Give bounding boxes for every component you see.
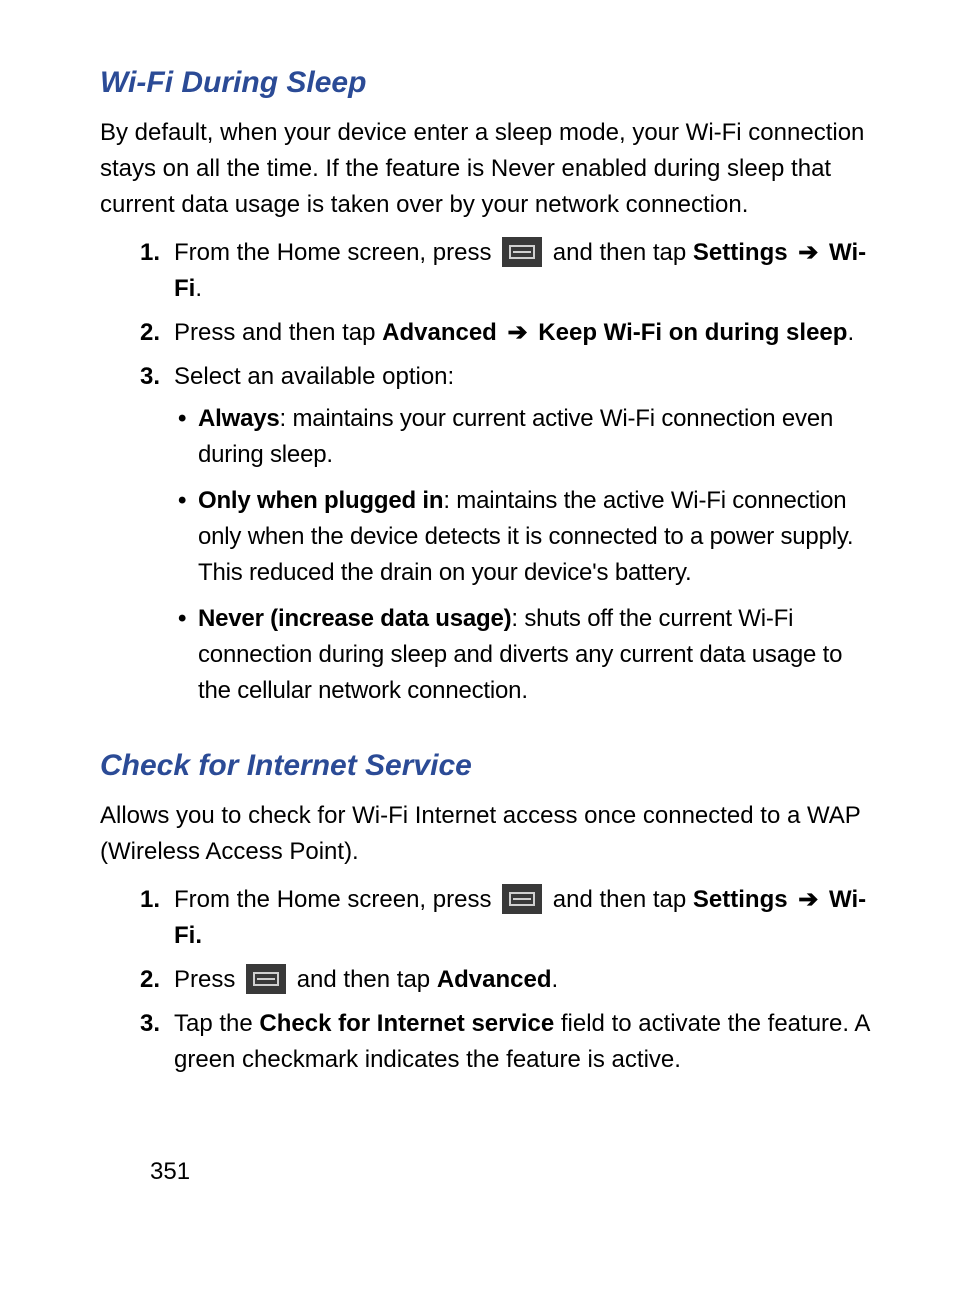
option-never: Never (increase data usage): shuts off t… [174,601,874,709]
step-number: 2. [100,315,174,351]
check-internet-label: Check for Internet service [259,1010,554,1037]
section1-intro: By default, when your device enter a sle… [100,115,874,223]
step-text: Press and then tap [174,319,382,346]
arrow-icon: ➔ [504,315,532,351]
step-text: Press [174,966,242,993]
advanced-label: Advanced [382,319,497,346]
option-label: Always [198,405,280,432]
step-number: 1. [100,882,174,918]
option-desc: : maintains your current active Wi-Fi co… [198,405,833,468]
menu-icon [502,884,542,914]
option-label: Never (increase data usage) [198,605,511,632]
step-number: 2. [100,962,174,998]
section-title-check-internet: Check for Internet Service [100,743,874,788]
step-text: From the Home screen, press [174,886,498,913]
keep-wifi-label: Keep Wi-Fi on during sleep [538,319,847,346]
step-text: Select an available option: [174,363,454,390]
settings-label: Settings [693,239,788,266]
menu-icon [246,964,286,994]
page-number: 351 [150,1154,190,1190]
step-body: Tap the Check for Internet service field… [174,1006,874,1078]
arrow-icon: ➔ [794,882,822,918]
section2-intro: Allows you to check for Wi-Fi Internet a… [100,798,874,870]
advanced-label: Advanced [437,966,552,993]
option-always: Always: maintains your current active Wi… [174,401,874,473]
menu-icon [502,237,542,267]
period: . [847,319,854,346]
step-body: From the Home screen, press and then tap… [174,882,874,954]
step-text: Tap the [174,1010,259,1037]
step-text: and then tap [553,239,693,266]
options-list: Always: maintains your current active Wi… [174,401,874,709]
section1-steps: 1. From the Home screen, press and then … [100,235,874,719]
option-plugged-in: Only when plugged in: maintains the acti… [174,483,874,591]
arrow-icon: ➔ [794,235,822,271]
settings-label: Settings [693,886,788,913]
option-label: Only when plugged in [198,487,443,514]
step-body: Press and then tap Advanced. [174,962,874,998]
step-number: 3. [100,359,174,395]
step-number: 3. [100,1006,174,1042]
step-body: From the Home screen, press and then tap… [174,235,874,307]
step-body: Select an available option: Always: main… [174,359,874,719]
step-body: Press and then tap Advanced ➔ Keep Wi-Fi… [174,315,874,351]
step-text: and then tap [553,886,693,913]
step-text: From the Home screen, press [174,239,498,266]
section-title-wifi-sleep: Wi-Fi During Sleep [100,60,874,105]
section2-steps: 1. From the Home screen, press and then … [100,882,874,1078]
manual-page: Wi-Fi During Sleep By default, when your… [0,0,954,1295]
period: . [552,966,559,993]
step-text: and then tap [297,966,437,993]
period: . [195,275,202,302]
step-number: 1. [100,235,174,271]
